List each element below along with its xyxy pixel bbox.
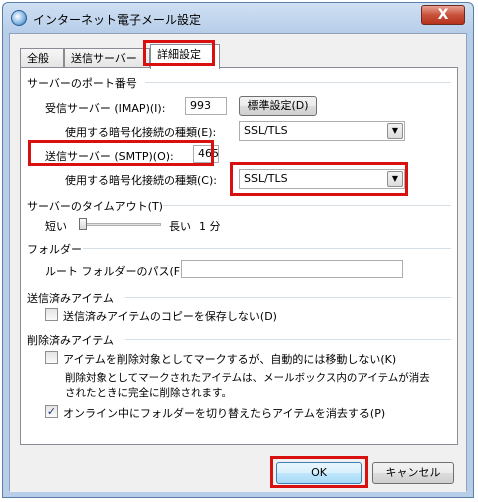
delete-note-line-2: されたときに完全に削除されます。 (65, 387, 232, 399)
timeout-slider-thumb[interactable] (79, 218, 87, 230)
title-bar[interactable]: インターネット電子メール設定 X (3, 3, 473, 33)
tab-outgoing-server[interactable]: 送信サーバー (64, 48, 150, 68)
sent-items-heading: 送信済みアイテム (27, 292, 114, 305)
tab-general[interactable]: 全般 (20, 48, 64, 68)
ok-button[interactable]: OK (276, 462, 362, 484)
incoming-encryption-label: 使用する暗号化接続の種類(E): (65, 126, 217, 139)
dialog-footer: OK キャンセル (10, 454, 466, 492)
settings-dialog: インターネット電子メール設定 X 全般 送信サーバー 詳細設定 サーバーのポート… (2, 2, 474, 498)
close-button[interactable]: X (421, 5, 465, 25)
outgoing-encryption-value: SSL/TLS (244, 172, 288, 185)
root-folder-input[interactable] (181, 260, 403, 278)
default-settings-button[interactable]: 標準設定(D) (239, 96, 317, 116)
group-divider (163, 205, 451, 206)
outgoing-encryption-select[interactable]: SSL/TLS ▼ (239, 169, 405, 189)
mark-delete-checkbox[interactable] (45, 351, 58, 364)
server-ports-heading: サーバーのポート番号 (27, 77, 137, 90)
incoming-server-label: 受信サーバー (IMAP)(I): (45, 102, 166, 115)
purge-label: オンライン中にフォルダーを切り替えたらアイテムを消去する(P) (63, 407, 386, 420)
folders-heading: フォルダー (27, 243, 82, 256)
outgoing-server-label: 送信サーバー (SMTP)(O): (45, 150, 174, 163)
group-divider (145, 82, 451, 83)
timeout-slider-track[interactable] (79, 223, 161, 226)
purge-checkbox[interactable]: ✓ (45, 405, 58, 418)
timeout-long-label: 長い (169, 220, 191, 233)
group-divider (83, 248, 451, 249)
no-copy-checkbox[interactable] (45, 308, 58, 321)
timeout-heading: サーバーのタイムアウト(T) (27, 200, 163, 213)
incoming-port-input[interactable]: 993 (185, 97, 227, 115)
group-divider (125, 339, 451, 340)
group-divider (125, 297, 451, 298)
cancel-button[interactable]: キャンセル (372, 462, 454, 484)
timeout-value-label: 1 分 (199, 220, 221, 233)
chevron-down-icon: ▼ (387, 171, 403, 187)
outlook-icon (11, 10, 27, 26)
incoming-encryption-value: SSL/TLS (244, 124, 288, 137)
no-copy-label: 送信済みアイテムのコピーを保存しない(D) (63, 310, 277, 323)
delete-note-line-1: 削除対象としてマークされたアイテムは、メールボックス内のアイテムが消去 (65, 372, 430, 384)
outgoing-encryption-label: 使用する暗号化接続の種類(C): (65, 174, 217, 187)
deleted-items-heading: 削除済みアイテム (27, 334, 114, 347)
mark-delete-label: アイテムを削除対象としてマークするが、自動的には移動しない(K) (63, 353, 397, 366)
tab-advanced[interactable]: 詳細設定 (150, 44, 220, 69)
outgoing-port-input[interactable]: 465 (193, 145, 219, 163)
chevron-down-icon: ▼ (387, 123, 403, 139)
advanced-panel: サーバーのポート番号 受信サーバー (IMAP)(I): 993 標準設定(D)… (20, 67, 458, 445)
root-folder-label: ルート フォルダーのパス(F): (45, 265, 189, 278)
window-title: インターネット電子メール設定 (33, 13, 202, 27)
dialog-body: 全般 送信サーバー 詳細設定 サーバーのポート番号 受信サーバー (IMAP)(… (9, 33, 467, 492)
incoming-encryption-select[interactable]: SSL/TLS ▼ (239, 121, 405, 141)
timeout-short-label: 短い (45, 220, 67, 233)
